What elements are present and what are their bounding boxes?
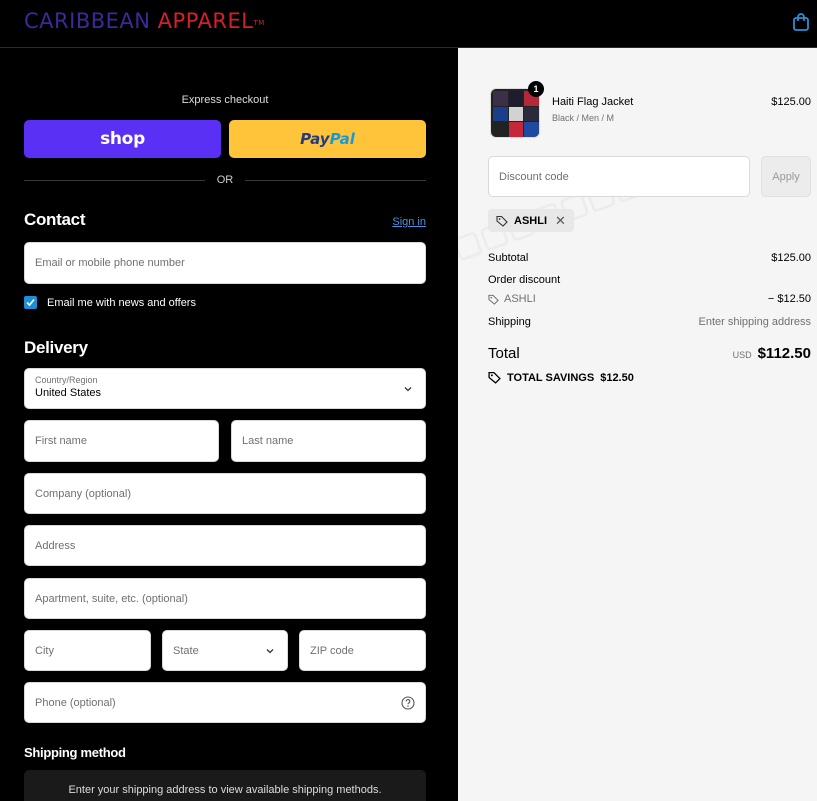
email-placeholder: Email or mobile phone number	[35, 257, 185, 269]
checkout-form: Express checkout shop Pay Pal OR Contact …	[0, 48, 458, 801]
country-label: Country/Region	[35, 375, 98, 385]
paypal-button[interactable]: Pay Pal	[229, 120, 426, 158]
quantity-badge: 1	[528, 81, 544, 97]
paypal-label-part1: Pay	[300, 130, 330, 148]
discount-placeholder: Discount code	[499, 170, 569, 183]
shipping-method-message: Enter your shipping address to view avai…	[68, 784, 382, 796]
contact-heading: Contact	[24, 210, 86, 229]
address-field[interactable]: Address	[24, 525, 426, 566]
shipping-label: Shipping	[488, 316, 531, 328]
discount-code-label: ASHLI	[504, 293, 536, 305]
zip-placeholder: ZIP code	[310, 644, 354, 657]
order-discount-row: Order discount	[488, 274, 811, 286]
zip-field[interactable]: ZIP code	[299, 630, 426, 671]
first-name-field[interactable]: First name	[24, 420, 219, 462]
product-variant: Black / Men / M	[552, 113, 615, 123]
phone-placeholder: Phone (optional)	[35, 696, 116, 709]
last-name-field[interactable]: Last name	[231, 420, 426, 462]
brand-logo[interactable]: CARIBBEAN APPARELTM	[24, 8, 265, 34]
subtotal-row: Subtotal $125.00	[488, 252, 811, 264]
checkmark-icon	[26, 298, 35, 307]
header: CARIBBEAN APPARELTM	[0, 0, 817, 48]
subtotal-value: $125.00	[771, 252, 811, 264]
apply-discount-button[interactable]: Apply	[761, 156, 811, 197]
applied-code-label: ASHLI	[514, 214, 547, 227]
total-row: Total USD $112.50	[488, 345, 811, 362]
brand-part1: CARIBBEAN	[24, 9, 151, 33]
or-label: OR	[216, 174, 234, 186]
city-placeholder: City	[35, 644, 54, 657]
state-select[interactable]: State	[162, 630, 288, 671]
city-field[interactable]: City	[24, 630, 151, 671]
shop-pay-label: shop	[100, 129, 145, 149]
tag-icon	[488, 294, 499, 305]
applied-discount-tag: ASHLI ✕	[488, 209, 574, 232]
order-discount-label: Order discount	[488, 274, 561, 286]
chevron-down-icon	[404, 387, 412, 392]
country-select[interactable]: Country/Region United States	[24, 368, 426, 409]
sign-in-link[interactable]: Sign in	[392, 216, 426, 228]
help-icon[interactable]	[401, 696, 415, 710]
address-placeholder: Address	[35, 539, 76, 552]
company-placeholder: Company (optional)	[35, 487, 131, 500]
savings-label: TOTAL SAVINGS	[507, 371, 595, 384]
express-checkout-label: Express checkout	[181, 94, 269, 106]
company-field[interactable]: Company (optional)	[24, 473, 426, 514]
paypal-label-part2: Pal	[329, 130, 355, 148]
shipping-method-notice: Enter your shipping address to view avai…	[24, 770, 426, 801]
total-value-group: USD $112.50	[733, 345, 811, 362]
shop-pay-button[interactable]: shop	[24, 120, 221, 158]
country-value: United States	[35, 387, 102, 399]
divider-line	[24, 179, 205, 181]
brand-part2: APPAREL	[157, 9, 254, 33]
total-currency: USD	[732, 350, 752, 360]
shopping-bag-icon[interactable]	[792, 12, 810, 32]
state-placeholder: State	[173, 644, 199, 657]
phone-field[interactable]: Phone (optional)	[24, 682, 426, 723]
brand-tm: TM	[253, 19, 265, 27]
newsletter-row[interactable]: Email me with news and offers	[24, 296, 196, 309]
order-summary: ▢▢▢▢▢▢▢ 1 Haiti Flag Jacket Black / Men …	[458, 48, 817, 801]
tag-icon	[488, 371, 501, 384]
shipping-value: Enter shipping address	[698, 316, 811, 328]
newsletter-checkbox[interactable]	[24, 296, 37, 309]
subtotal-label: Subtotal	[488, 252, 529, 264]
last-name-placeholder: Last name	[242, 435, 294, 447]
product-name: Haiti Flag Jacket	[552, 96, 634, 108]
newsletter-label: Email me with news and offers	[47, 296, 196, 309]
total-savings: TOTAL SAVINGS $12.50	[488, 371, 634, 384]
apartment-placeholder: Apartment, suite, etc. (optional)	[35, 592, 188, 605]
discount-code-row: ASHLI − $12.50	[488, 293, 811, 305]
savings-value: $12.50	[600, 371, 634, 384]
shipping-method-heading: Shipping method	[24, 745, 126, 760]
chevron-down-icon	[266, 649, 274, 654]
total-value: $112.50	[757, 345, 811, 362]
or-divider: OR	[24, 172, 426, 188]
total-label: Total	[488, 345, 520, 362]
product-price: $125.00	[771, 96, 811, 108]
shipping-row: Shipping Enter shipping address	[488, 316, 811, 328]
first-name-placeholder: First name	[35, 435, 87, 447]
tag-icon	[496, 215, 508, 227]
discount-code-cell: ASHLI	[488, 293, 536, 305]
discount-value: − $12.50	[767, 293, 811, 305]
remove-discount-icon[interactable]: ✕	[555, 213, 566, 229]
delivery-heading: Delivery	[24, 338, 88, 357]
email-field[interactable]: Email or mobile phone number	[24, 242, 426, 284]
discount-code-input[interactable]: Discount code	[488, 156, 750, 197]
divider-line	[245, 179, 426, 181]
apartment-field[interactable]: Apartment, suite, etc. (optional)	[24, 578, 426, 619]
